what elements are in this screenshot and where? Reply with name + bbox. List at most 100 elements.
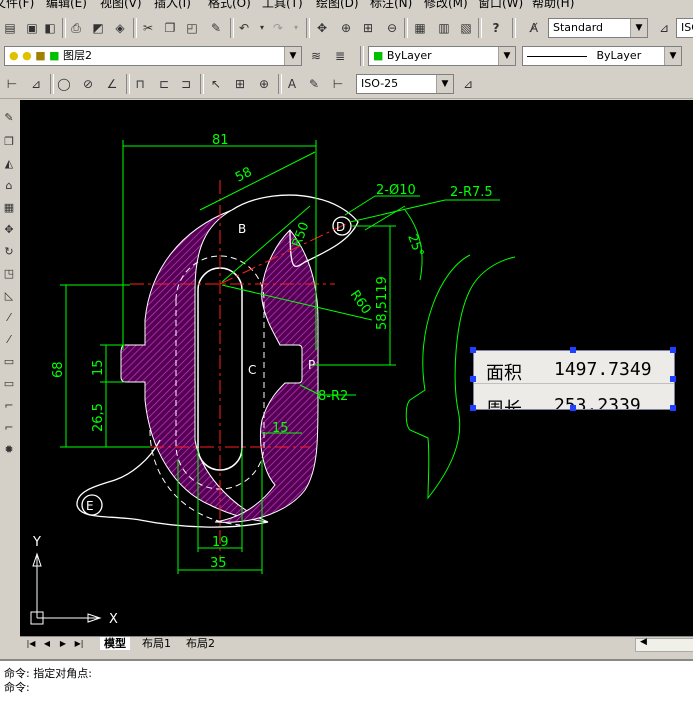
design-center-icon[interactable]: ▥: [434, 18, 454, 38]
redo-dropdown-icon[interactable]: ▾: [286, 18, 306, 38]
leader-icon[interactable]: ↖: [206, 74, 226, 94]
menu-help[interactable]: 帮助(H): [532, 0, 574, 10]
grip-bottom-left[interactable]: [470, 405, 476, 411]
grip-mid-left[interactable]: [470, 376, 476, 382]
pan-icon[interactable]: ✥: [312, 18, 332, 38]
make-object-layer-current-icon[interactable]: ≋: [306, 46, 326, 66]
dim-continue-icon[interactable]: ⊐: [176, 74, 196, 94]
dim-style-select-top[interactable]: ISO: [676, 18, 693, 38]
menu-modify[interactable]: 修改(M): [424, 0, 468, 10]
mirror-icon[interactable]: ◭: [0, 152, 18, 174]
point-b: B: [238, 222, 246, 236]
menu-tools[interactable]: 工具(T): [262, 0, 303, 10]
dim-angular-icon[interactable]: ∠: [102, 74, 122, 94]
layer-select[interactable]: ● ● ■ ■ 图层2 ▼: [4, 46, 302, 66]
dim-text-edit-icon[interactable]: ✎: [304, 74, 324, 94]
last-tab-icon[interactable]: ▶|: [72, 638, 86, 650]
tab-model[interactable]: 模型: [100, 637, 130, 650]
inquiry-result-panel: 面积 1497.7349 周长 253.2339: [473, 350, 675, 410]
menu-window[interactable]: 窗口(W): [478, 0, 523, 10]
open-icon[interactable]: ▤: [0, 18, 20, 38]
dim-linear-icon[interactable]: ⊢: [2, 74, 22, 94]
dim-r60: R60: [347, 288, 374, 318]
help-icon[interactable]: ?: [486, 18, 506, 38]
dim-aligned-icon[interactable]: ⊿: [26, 74, 46, 94]
color-select[interactable]: ■ ByLayer ▼: [368, 46, 516, 66]
properties-icon[interactable]: ▦: [410, 18, 430, 38]
tolerance-icon[interactable]: ⊞: [230, 74, 250, 94]
tab-layout1[interactable]: 布局1: [138, 637, 175, 650]
join-icon[interactable]: ▭: [0, 372, 18, 394]
center-mark-icon[interactable]: ⊕: [254, 74, 274, 94]
redo-icon[interactable]: ↷: [268, 18, 288, 38]
zoom-previous-icon[interactable]: ⊖: [382, 18, 402, 38]
save-icon[interactable]: ▣: [22, 18, 42, 38]
move-icon[interactable]: ✥: [0, 218, 18, 240]
linetype-select[interactable]: ByLayer ▼: [522, 46, 682, 66]
chevron-down-icon: ▼: [284, 47, 301, 65]
drawing-canvas[interactable]: 81 58 2-Ø10 2-R7.5 R50 R60 25° 58,5119 6…: [20, 100, 693, 636]
match-properties-icon[interactable]: ✎: [206, 18, 226, 38]
menu-view[interactable]: 视图(V): [100, 0, 142, 10]
menu-format[interactable]: 格式(O): [208, 0, 251, 10]
plot-preview-icon[interactable]: ◩: [88, 18, 108, 38]
menu-file[interactable]: 文件(F): [0, 0, 34, 10]
rotate-icon[interactable]: ↻: [0, 240, 18, 262]
grip-bottom-mid[interactable]: [570, 405, 576, 411]
next-tab-icon[interactable]: ▶: [56, 638, 70, 650]
offset-icon[interactable]: ⌂: [0, 174, 18, 196]
layer-previous-icon[interactable]: ≣: [330, 46, 350, 66]
dim-style-select[interactable]: ISO-25 ▼: [356, 74, 454, 94]
grip-top-right[interactable]: [670, 347, 676, 353]
publish-icon[interactable]: ◧: [40, 18, 60, 38]
tab-layout2[interactable]: 布局2: [182, 637, 219, 650]
menu-insert[interactable]: 插入(I): [154, 0, 191, 10]
text-style-select[interactable]: Standard ▼: [548, 18, 648, 38]
extend-icon[interactable]: ⁄: [0, 328, 18, 350]
dim-style-manager-icon[interactable]: ⊿: [458, 74, 478, 94]
text-style-icon[interactable]: A̸: [524, 18, 544, 38]
command-line[interactable]: 命令: 指定对角点: 命令:: [0, 659, 693, 703]
array-icon[interactable]: ▦: [0, 196, 18, 218]
dim-baseline-icon[interactable]: ⊏: [154, 74, 174, 94]
dim-edit-icon[interactable]: A: [282, 74, 302, 94]
grip-mid-right[interactable]: [670, 376, 676, 382]
dim-update-icon[interactable]: ⊢: [328, 74, 348, 94]
trim-icon[interactable]: ⁄: [0, 306, 18, 328]
break-icon[interactable]: ▭: [0, 350, 18, 372]
menu-edit[interactable]: 编辑(E): [46, 0, 87, 10]
undo-icon[interactable]: ↶: [234, 18, 254, 38]
chevron-down-icon: ▼: [630, 19, 647, 37]
grip-top-left[interactable]: [470, 347, 476, 353]
first-tab-icon[interactable]: |◀: [24, 638, 38, 650]
scale-icon[interactable]: ◳: [0, 262, 18, 284]
dim-style-icon[interactable]: ⊿: [654, 18, 674, 38]
publish-web-icon[interactable]: ◈: [110, 18, 130, 38]
quick-dim-icon[interactable]: ⊓: [130, 74, 150, 94]
tool-palettes-icon[interactable]: ▧: [456, 18, 476, 38]
copy-object-icon[interactable]: ❐: [0, 130, 18, 152]
paste-icon[interactable]: ◰: [182, 18, 202, 38]
dim-r50: R50: [290, 220, 313, 249]
stretch-icon[interactable]: ◺: [0, 284, 18, 306]
dim-25-degree: 25°: [404, 232, 426, 259]
grip-bottom-right[interactable]: [670, 405, 676, 411]
zoom-realtime-icon[interactable]: ⊕: [336, 18, 356, 38]
dim-diameter-icon[interactable]: ⊘: [78, 74, 98, 94]
cut-icon[interactable]: ✂: [138, 18, 158, 38]
print-icon[interactable]: ⎙: [66, 18, 86, 38]
menu-draw[interactable]: 绘图(D): [316, 0, 359, 10]
zoom-window-icon[interactable]: ⊞: [358, 18, 378, 38]
scroll-left-icon[interactable]: ◀: [640, 637, 647, 647]
fillet-icon[interactable]: ⌐: [0, 416, 18, 438]
erase-icon[interactable]: ✎: [0, 106, 18, 128]
prev-tab-icon[interactable]: ◀: [40, 638, 54, 650]
menu-dimension[interactable]: 标注(N): [370, 0, 412, 10]
copy-icon[interactable]: ❐: [160, 18, 180, 38]
grip-top-mid[interactable]: [570, 347, 576, 353]
explode-icon[interactable]: ✹: [0, 438, 18, 460]
horizontal-scrollbar[interactable]: ◀: [635, 637, 693, 652]
chamfer-icon[interactable]: ⌐: [0, 394, 18, 416]
color-value: ByLayer: [386, 49, 432, 62]
dim-radius-icon[interactable]: ◯: [54, 74, 74, 94]
